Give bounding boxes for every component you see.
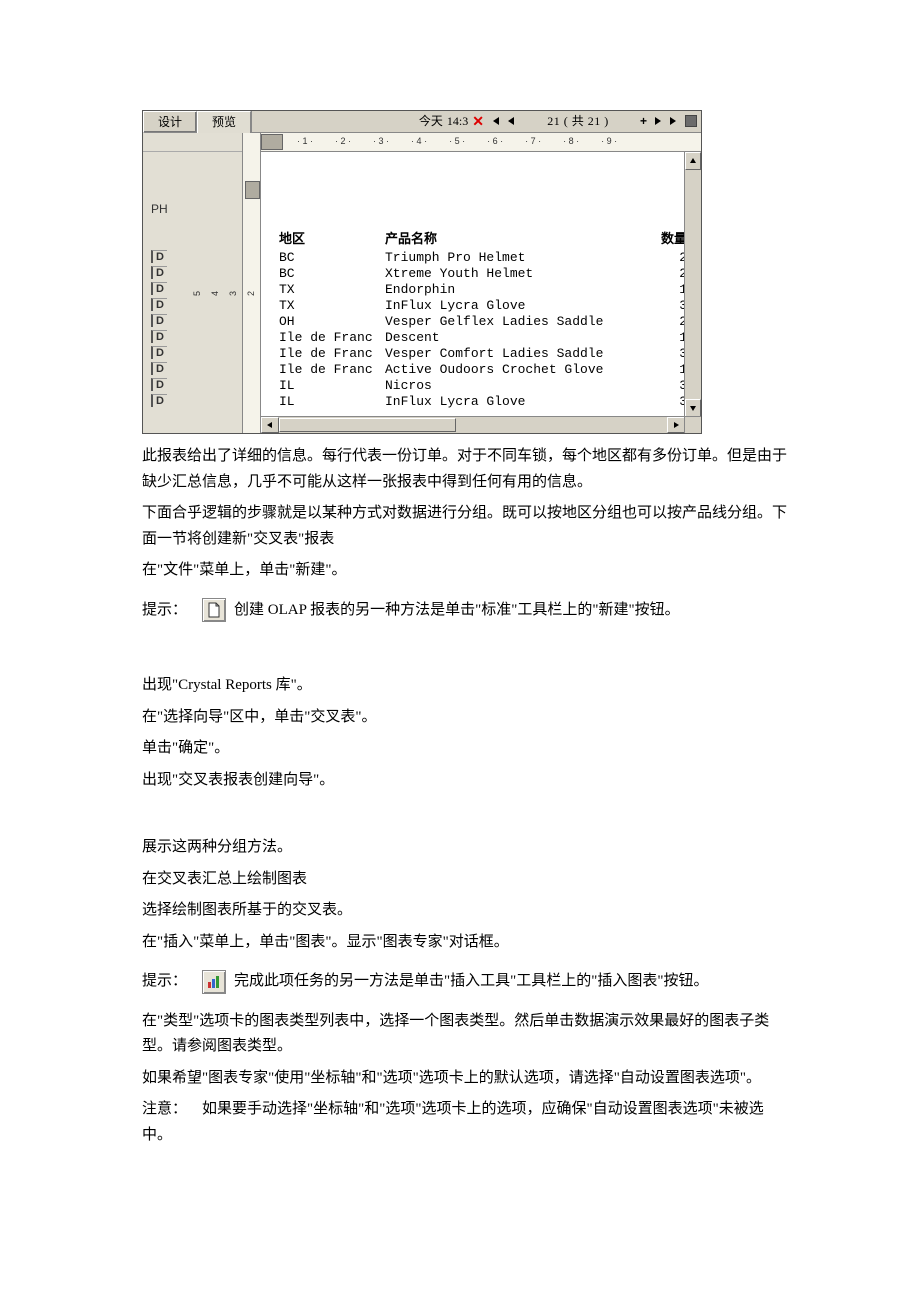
- status-today: 今天: [419, 111, 443, 131]
- record-indicator: 21 ( 共 21 ): [522, 111, 634, 131]
- paragraph: 单击"确定"。: [142, 736, 790, 762]
- tip-label: 提示：: [142, 598, 202, 624]
- note: 注意：如果要手动选择"坐标轴"和"选项"选项卡上的选项，应确保"自动设置图表选项…: [142, 1097, 790, 1148]
- section-d: D: [151, 298, 167, 311]
- section-d: D: [151, 314, 167, 327]
- paragraph: 在"文件"菜单上，单击"新建"。: [142, 558, 790, 584]
- note-label: 注意：: [142, 1097, 202, 1123]
- table-row: BCXtreme Youth Helmet2: [279, 266, 687, 282]
- horizontal-ruler: 1 2 3 4 5 6 7 8 9: [261, 133, 701, 152]
- tip-text: 完成此项任务的另一方法是单击"插入工具"工具栏上的"插入图表"按钮。: [234, 969, 709, 995]
- paragraph: 在"选择向导"区中，单击"交叉表"。: [142, 705, 790, 731]
- paragraph: 在交叉表汇总上绘制图表: [142, 867, 790, 893]
- scroll-down-icon[interactable]: [685, 399, 701, 417]
- table-row: Ile de FrancActive Oudoors Crochet Glove…: [279, 362, 687, 378]
- section-d: D: [151, 266, 167, 279]
- next-record-icon[interactable]: [651, 114, 665, 128]
- section-d: D: [151, 282, 167, 295]
- paragraph: 此报表给出了详细的信息。每行代表一份订单。对于不同车锁，每个地区都有多份订单。但…: [142, 444, 790, 495]
- scroll-left-icon[interactable]: [261, 417, 279, 433]
- note-text: 如果要手动选择"坐标轴"和"选项"选项卡上的选项，应确保"自动设置图表选项"未被…: [142, 1101, 764, 1143]
- section-d: D: [151, 394, 167, 407]
- report-canvas: 地区产品名称数量 BCTriumph Pro Helmet2BCXtreme Y…: [261, 152, 701, 433]
- paragraph: 出现"交叉表报表创建向导"。: [142, 768, 790, 794]
- paragraph: 出现"Crystal Reports 库"。: [142, 673, 790, 699]
- table-row: BCTriumph Pro Helmet2: [279, 250, 687, 266]
- scroll-thumb[interactable]: [279, 418, 456, 432]
- paragraph: 在"插入"菜单上，单击"图表"。显示"图表专家"对话框。: [142, 930, 790, 956]
- horizontal-scrollbar[interactable]: [261, 416, 685, 433]
- paragraph: 选择绘制图表所基于的交叉表。: [142, 898, 790, 924]
- section-d: D: [151, 378, 167, 391]
- tab-preview[interactable]: 预览: [197, 111, 251, 133]
- section-d: D: [151, 330, 167, 343]
- paragraph: 在"类型"选项卡的图表类型列表中，选择一个图表类型。然后单击数据演示效果最好的图…: [142, 1009, 790, 1060]
- vertical-scrollbar[interactable]: [684, 152, 701, 417]
- paragraph: 如果希望"图表专家"使用"坐标轴"和"选项"选项卡上的默认选项，请选择"自动设置…: [142, 1066, 790, 1092]
- vertical-ruler: 2 3 4 5: [243, 133, 261, 433]
- scroll-up-icon[interactable]: [685, 152, 701, 170]
- table-row: TXInFlux Lycra Glove3: [279, 298, 687, 314]
- status-time: 14:3: [447, 111, 468, 131]
- tab-bar: 设计 预览 今天 14:3 ✕ 21 ( 共 21 ) +: [143, 111, 701, 133]
- new-document-icon: [202, 598, 226, 622]
- report-preview-window: 设计 预览 今天 14:3 ✕ 21 ( 共 21 ) +: [142, 110, 702, 434]
- table-row: OHVesper Gelflex Ladies Saddle2: [279, 314, 687, 330]
- paragraph: 展示这两种分组方法。: [142, 835, 790, 861]
- tip-label: 提示：: [142, 969, 202, 995]
- stop-icon[interactable]: [685, 115, 697, 127]
- plus-icon: +: [638, 111, 647, 131]
- table-row: ILNicros3: [279, 378, 687, 394]
- header-qty: 数量: [657, 228, 687, 250]
- header-product: 产品名称: [385, 228, 657, 250]
- header-region: 地区: [279, 228, 385, 250]
- table-row: TXEndorphin1: [279, 282, 687, 298]
- table-row: Ile de FrancDescent1: [279, 330, 687, 346]
- table-header: 地区产品名称数量: [279, 228, 687, 250]
- table-row: Ile de FrancVesper Comfort Ladies Saddle…: [279, 346, 687, 362]
- section-d: D: [151, 250, 167, 263]
- close-icon[interactable]: ✕: [472, 114, 484, 128]
- section-d: D: [151, 346, 167, 359]
- tip-text: 创建 OLAP 报表的另一种方法是单击"标准"工具栏上的"新建"按钮。: [234, 598, 680, 624]
- table-row: ILInFlux Lycra Glove3: [279, 394, 687, 410]
- tab-design[interactable]: 设计: [143, 111, 197, 133]
- first-record-icon[interactable]: [488, 114, 502, 128]
- paragraph: 下面合乎逻辑的步骤就是以某种方式对数据进行分组。既可以按地区分组也可以按产品线分…: [142, 501, 790, 552]
- last-record-icon[interactable]: [667, 114, 681, 128]
- prev-record-icon[interactable]: [504, 114, 518, 128]
- insert-chart-icon: [202, 970, 226, 994]
- scroll-right-icon[interactable]: [667, 417, 685, 433]
- section-d: D: [151, 362, 167, 375]
- table-body: BCTriumph Pro Helmet2BCXtreme Youth Helm…: [279, 250, 687, 410]
